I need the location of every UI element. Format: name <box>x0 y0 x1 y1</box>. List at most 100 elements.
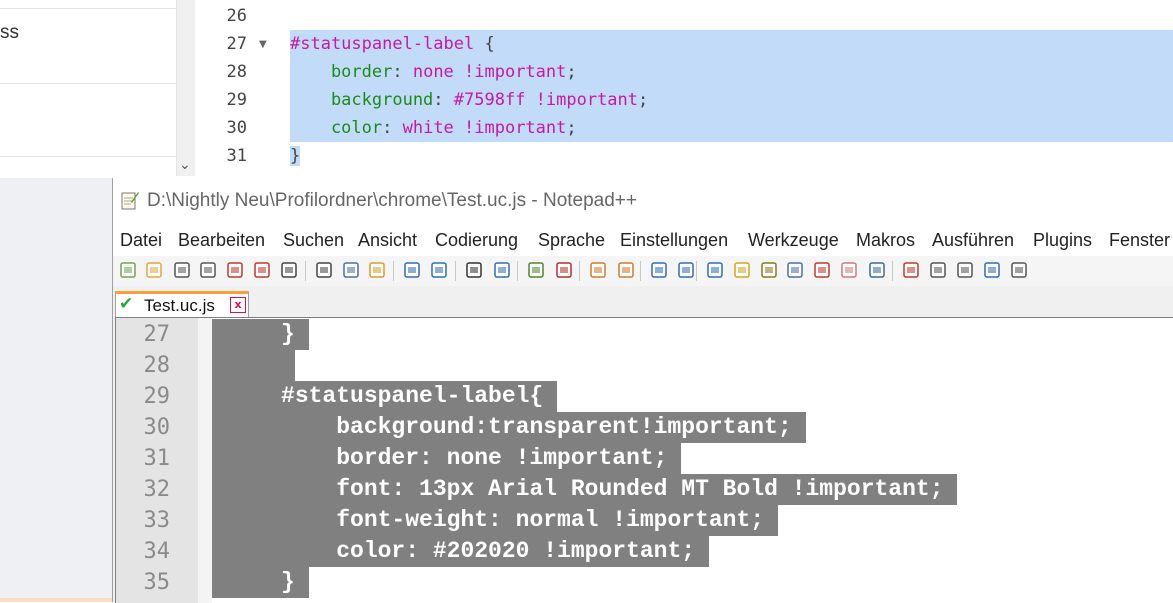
panel-row-divider <box>0 0 176 9</box>
menu-item-makros[interactable]: Makros <box>856 230 915 251</box>
line-number: 35 <box>143 570 171 595</box>
cut-icon[interactable] <box>315 261 333 279</box>
find-icon[interactable] <box>465 261 483 279</box>
monitor-icon[interactable] <box>868 261 886 279</box>
code-line: border: none !important; <box>212 443 682 474</box>
monitoring-icon[interactable] <box>840 261 858 279</box>
close-tab-icon[interactable]: x <box>230 297 246 313</box>
code-line: #statuspanel-label { <box>290 30 1173 58</box>
menu-item-suchen[interactable]: Suchen <box>283 230 344 251</box>
fold-toggle-icon[interactable]: ▼ <box>259 39 267 50</box>
zoom-out-icon[interactable] <box>555 261 573 279</box>
saved-check-icon: ✔ <box>119 294 134 314</box>
save-icon[interactable] <box>173 261 191 279</box>
menu-item-plugins[interactable]: Plugins <box>1033 230 1092 251</box>
panel-text: ss <box>0 22 19 43</box>
menu-item-einstellungen[interactable]: Einstellungen <box>620 230 728 251</box>
editor-area[interactable]: 27 28 29 30 31 32 33 34 35 } #statuspanel-label{… <box>115 317 1173 603</box>
show-all-chars-icon[interactable] <box>677 261 695 279</box>
sync-horizontal-icon[interactable] <box>617 261 635 279</box>
toolbar <box>113 256 1173 287</box>
code-token: ; <box>566 118 577 138</box>
line-number: 31 <box>226 146 247 166</box>
sync-vertical-icon[interactable] <box>589 261 607 279</box>
code-line: } <box>212 567 309 598</box>
word-wrap-icon[interactable] <box>650 261 668 279</box>
fold-margin <box>198 318 212 603</box>
replace-icon[interactable] <box>493 261 511 279</box>
menu-item-bearbeiten[interactable]: Bearbeiten <box>178 230 265 251</box>
line-number: 28 <box>226 62 247 82</box>
code-token: white !important <box>402 118 567 138</box>
tab-label: Test.uc.js <box>144 296 215 315</box>
paste-icon[interactable] <box>368 261 386 279</box>
new-file-icon[interactable] <box>119 261 137 279</box>
record-macro-icon[interactable] <box>902 261 920 279</box>
window-title: D:\Nightly Neu\Profilordner\chrome\Test.… <box>147 190 637 211</box>
menu-item-datei[interactable]: Datei <box>120 230 162 251</box>
top-editor[interactable]: #statuspanel-label { border: none !impor… <box>285 0 1173 176</box>
indent-guide-icon[interactable] <box>706 261 724 279</box>
code-line: } <box>212 319 309 350</box>
line-number: 31 <box>143 446 171 471</box>
tab-test-uc-js[interactable]: ✔ Test.uc.js x <box>115 291 249 317</box>
line-number: 33 <box>143 508 171 533</box>
code-token: } <box>290 146 301 166</box>
menu-item-fenster[interactable]: Fenster <box>1109 230 1170 251</box>
window-titlebar[interactable]: D:\Nightly Neu\Profilordner\chrome\Test.… <box>113 178 1173 224</box>
code-token: #statuspanel-label <box>290 34 475 54</box>
stop-macro-icon[interactable] <box>929 261 947 279</box>
line-number: 28 <box>143 353 171 378</box>
run-macro-multiple-icon[interactable] <box>983 261 1001 279</box>
line-number: 27 <box>143 322 171 347</box>
print-icon[interactable] <box>280 261 298 279</box>
menu-item-codierung[interactable]: Codierung <box>435 230 518 251</box>
undo-icon[interactable] <box>403 261 421 279</box>
code-token: ; <box>638 90 649 110</box>
toolbar-separator <box>455 261 456 281</box>
menu-item-ausführen[interactable]: Ausführen <box>932 230 1014 251</box>
folder-workspace-icon[interactable] <box>813 261 831 279</box>
redo-icon[interactable] <box>430 261 448 279</box>
line-number: 32 <box>143 477 171 502</box>
code-line: background: #7598ff !important; <box>290 86 1173 114</box>
notepad-app-icon <box>121 192 139 210</box>
play-macro-icon[interactable] <box>956 261 974 279</box>
toolbar-separator <box>305 261 306 281</box>
line-number: 26 <box>226 6 247 26</box>
menu-item-ansicht[interactable]: Ansicht <box>358 230 417 251</box>
zoom-in-icon[interactable] <box>527 261 545 279</box>
close-all-icon[interactable] <box>253 261 271 279</box>
code-line: background:transparent!important; <box>212 412 806 443</box>
background-window-edge <box>0 598 112 602</box>
panel-row-divider <box>0 156 176 157</box>
tab-bar: ✔ Test.uc.js x <box>113 286 1173 317</box>
code-area[interactable]: } #statuspanel-label{ background:transpa… <box>212 318 1173 603</box>
doc-map-icon[interactable] <box>760 261 778 279</box>
code-line: color: white !important; <box>290 114 1173 142</box>
menu-item-sprache[interactable]: Sprache <box>538 230 605 251</box>
line-number: 29 <box>143 384 171 409</box>
menu-bar: Datei Bearbeiten Suchen Ansicht Codierung Spr… <box>113 224 1173 256</box>
code-token: { <box>474 34 495 54</box>
open-file-icon[interactable] <box>145 261 163 279</box>
code-line: color: #202020 !important; <box>212 536 709 567</box>
code-line: #statuspanel-label{ <box>212 381 558 412</box>
function-list-icon[interactable] <box>786 261 804 279</box>
top-panel-scrollbar[interactable]: ⌄ <box>176 0 195 176</box>
chevron-down-icon[interactable]: ⌄ <box>179 158 191 172</box>
code-line: font-weight: normal !important; <box>212 505 778 536</box>
toolbar-separator <box>579 261 580 281</box>
line-number: 34 <box>143 539 171 564</box>
menu-item-werkzeuge[interactable]: Werkzeuge <box>748 230 839 251</box>
save-macro-icon[interactable] <box>1010 261 1028 279</box>
toolbar-separator <box>517 261 518 281</box>
copy-icon[interactable] <box>342 261 360 279</box>
toolbar-separator <box>640 261 641 281</box>
save-all-icon[interactable] <box>199 261 217 279</box>
line-number: 27 <box>226 34 247 54</box>
user-language-icon[interactable] <box>733 261 751 279</box>
close-icon[interactable] <box>226 261 244 279</box>
line-number: 29 <box>226 90 247 110</box>
toolbar-separator <box>892 261 893 281</box>
